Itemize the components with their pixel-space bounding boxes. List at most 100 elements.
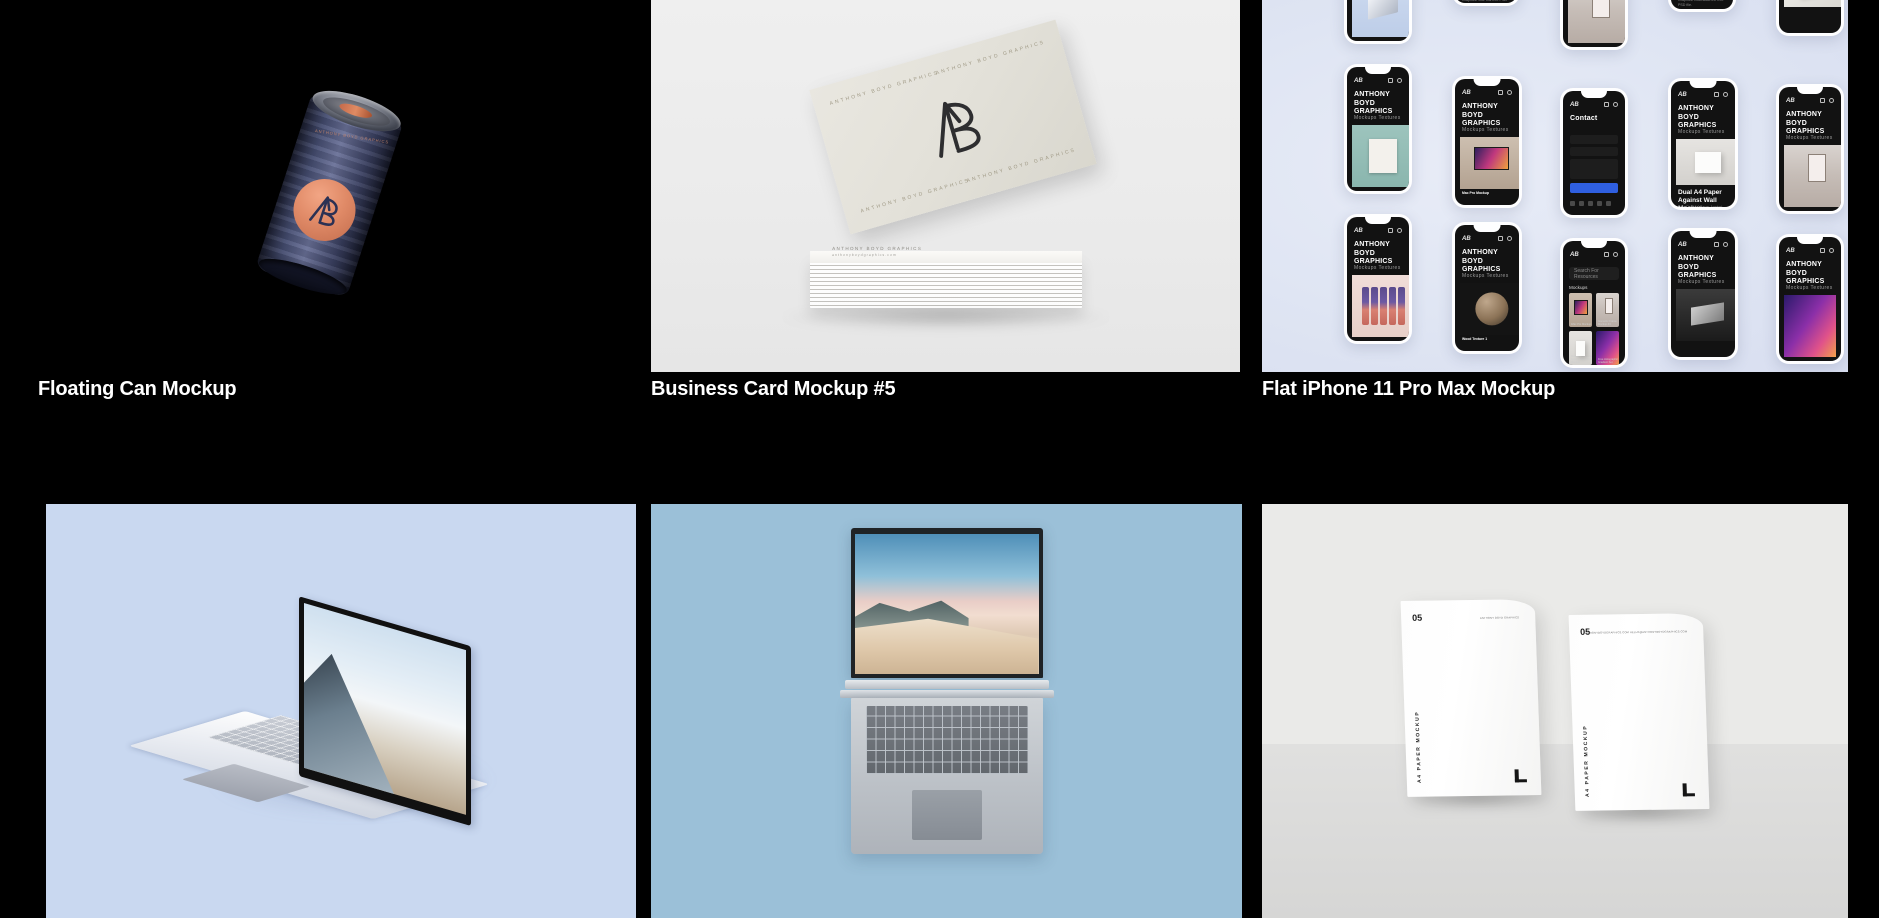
phone-topbar-icons [1388, 78, 1402, 83]
phone-notch [1364, 67, 1392, 74]
phone-screen: AB ANTHONY BOYD GRAPHICS Mockups Texture… [1347, 0, 1409, 41]
mockup-tile-grid[interactable]: iMac Pro Mockup Isometric Frame Mockup #… [1569, 293, 1619, 365]
business-card-thumbnail[interactable]: ANTHONY BOYD GRAPHICS anthonyboydgraphic… [651, 0, 1240, 372]
app-tags: Mockups Textures [1462, 273, 1509, 279]
phone-topbar: AB [1455, 87, 1519, 98]
gallery-card-floating-can[interactable]: ANTHONY BOYD GRAPHICS 330ML [0, 0, 651, 504]
app-heading: ANTHONY BOYD GRAPHICS [1462, 249, 1501, 274]
ab-logo-icon: AB [1570, 251, 1579, 258]
phone-topbar-icons [1604, 102, 1618, 107]
a4-sheet: 05 ANTHONYBOYDGRAPHICS.COM HELLO@ANTHONY… [1568, 613, 1710, 811]
topview-laptop-thumbnail[interactable] [651, 504, 1242, 918]
screen-image [1352, 125, 1409, 187]
app-tags: Mockups Textures [1678, 279, 1725, 285]
ab-logo-icon: AB [1570, 101, 1579, 108]
laptop-base [850, 698, 1043, 854]
phone-mockup: AB Search For Resources Mockups iMac Pro… [1560, 238, 1628, 368]
grid-icon [1820, 248, 1825, 253]
ab-logo-icon: AB [1678, 91, 1687, 98]
ab-logo-icon: AB [1462, 235, 1471, 242]
phone-mockup: AB Contact [1560, 88, 1628, 218]
phone-screen: AB ANTHONY BOYD GRAPHICS Mockups Texture… [1779, 0, 1841, 33]
app-tags: Mockups Textures [1678, 129, 1725, 135]
mockup-gallery-grid: ANTHONY BOYD GRAPHICS 330ML [0, 0, 1879, 918]
ab-logo-icon: AB [1678, 241, 1687, 248]
gallery-card-business-card[interactable]: ANTHONY BOYD GRAPHICS anthonyboydgraphic… [651, 0, 1240, 504]
screen-image [1676, 289, 1735, 341]
phone-notch [1689, 231, 1717, 238]
gallery-card-topview-laptop[interactable] [651, 504, 1242, 918]
contact-submit-button[interactable] [1570, 183, 1618, 193]
mockup-tile[interactable]: Free Holographic Gradient Set [1596, 331, 1619, 365]
facebook-icon[interactable] [1570, 201, 1575, 206]
app-heading: ANTHONY BOYD GRAPHICS [1462, 103, 1501, 128]
contact-message-field[interactable] [1570, 159, 1618, 179]
social-links[interactable] [1570, 201, 1611, 206]
phone-screen: Top View Box Mockup #2 Free Top View Box… [1455, 0, 1517, 3]
grid-icon [1498, 236, 1503, 241]
twitter-icon[interactable] [1579, 201, 1584, 206]
mockup-tile[interactable]: iMac Pro Mockup [1569, 293, 1592, 327]
phone-mockup: AB ANTHONY BOYD GRAPHICS Mockups Texture… [1344, 214, 1412, 344]
tile-caption: Free Holographic Gradient Set [1598, 358, 1618, 364]
contact-email-field[interactable] [1570, 147, 1618, 156]
card-title-floating-can: Floating Can Mockup [38, 378, 237, 400]
scene-wall [1262, 504, 1848, 745]
ab-logo-icon: AB [1786, 247, 1795, 254]
phone-mockup: AB ANTHONY BOYD GRAPHICS Mockups Texture… [1560, 0, 1628, 50]
a4-paper-thumbnail[interactable]: 05 ANTHONY BOYD GRAPHICS A4 PAPER MOCKUP… [1262, 504, 1848, 918]
app-tags: Mockups Textures [1786, 285, 1833, 291]
phone-notch [1796, 237, 1824, 244]
isometric-laptop-thumbnail[interactable] [46, 504, 636, 918]
section-label: Mockups [1569, 285, 1588, 290]
search-icon [1723, 92, 1728, 97]
contact-name-field[interactable] [1570, 135, 1618, 144]
card-edge-text-top-right: ANTHONY BOYD GRAPHICS [935, 39, 1047, 77]
laptop-hinge-lower [839, 690, 1054, 698]
search-icon [1507, 90, 1512, 95]
phone-mockup: AB ANTHONY BOYD GRAPHICS Mockups Texture… [1776, 84, 1844, 214]
gallery-card-a4-paper[interactable]: 05 ANTHONY BOYD GRAPHICS A4 PAPER MOCKUP… [1262, 504, 1848, 918]
floating-can-thumbnail[interactable]: ANTHONY BOYD GRAPHICS 330ML [0, 0, 651, 372]
phone-topbar-icons [1604, 252, 1618, 257]
phone-topbar-icons [1388, 228, 1402, 233]
phone-topbar: AB [1779, 95, 1841, 106]
ab-logo-icon: AB [1354, 77, 1363, 84]
app-tags: Mockups Textures [1354, 115, 1401, 121]
screen-body: Free Top View Box Mockup #2 by Anthony B… [1462, 0, 1510, 3]
search-input[interactable]: Search For Resources [1569, 267, 1619, 280]
app-tags: Mockups Textures [1786, 135, 1833, 141]
ab-monogram-icon [939, 101, 981, 158]
phone-topbar: AB [1563, 249, 1625, 260]
instagram-icon[interactable] [1588, 201, 1593, 206]
phone-notch [1473, 225, 1501, 232]
flat-iphone-thumbnail[interactable]: AB ANTHONY BOYD GRAPHICS Mockups Texture… [1262, 0, 1848, 372]
isometric-laptop-scene [46, 504, 636, 918]
search-icon [1397, 78, 1402, 83]
screen-image [1460, 137, 1519, 189]
search-icon [1723, 242, 1728, 247]
dribbble-icon[interactable] [1597, 201, 1602, 206]
screen-image [1352, 0, 1409, 37]
stack-top-card: ANTHONY BOYD GRAPHICS anthonyboydgraphic… [809, 246, 1082, 263]
mockup-tile[interactable]: Floating Samsung Galaxy S20 Ultra Mockup [1569, 331, 1592, 365]
grid-icon [1714, 242, 1719, 247]
grid-icon [1388, 228, 1393, 233]
stack-brand-text: ANTHONY BOYD GRAPHICS [831, 246, 922, 251]
phone-topbar: AB [1563, 99, 1625, 110]
phone-topbar: AB [1779, 245, 1841, 256]
screen-image [1784, 0, 1841, 7]
gallery-card-isometric-laptop[interactable] [46, 504, 636, 918]
card-title-business-card: Business Card Mockup #5 [651, 378, 896, 400]
youtube-icon[interactable] [1606, 201, 1611, 206]
phone-notch [1796, 87, 1824, 94]
gallery-card-flat-iphone[interactable]: AB ANTHONY BOYD GRAPHICS Mockups Texture… [1262, 0, 1848, 504]
screen-image [1568, 0, 1625, 43]
phone-screen: AB ANTHONY BOYD GRAPHICS Mockups Texture… [1455, 225, 1519, 351]
phone-mockup: AB ANTHONY BOYD GRAPHICS Mockups Texture… [1668, 78, 1738, 210]
phone-notch [1364, 217, 1392, 224]
screen-image [1784, 145, 1841, 207]
corner-mark-icon [1515, 769, 1527, 782]
grid-icon [1604, 252, 1609, 257]
mockup-tile[interactable]: Isometric Frame Mockup #3 [1596, 293, 1619, 327]
